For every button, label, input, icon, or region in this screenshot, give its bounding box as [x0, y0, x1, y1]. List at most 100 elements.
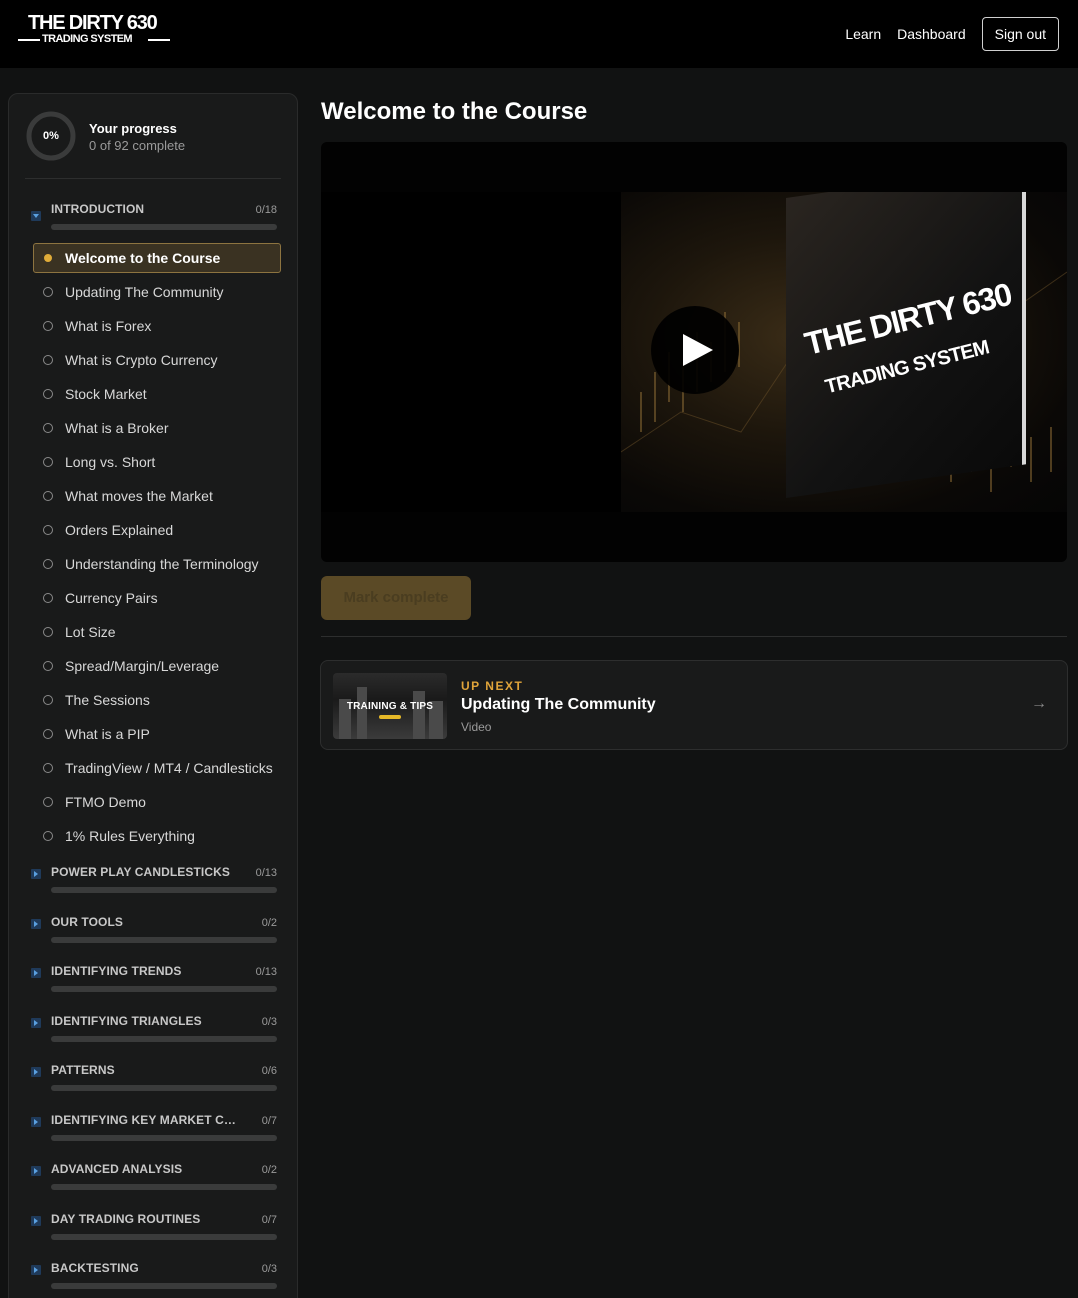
sidebar-divider	[25, 178, 281, 179]
brand-logo[interactable]: THE DIRTY 630 TRADING SYSTEM	[18, 12, 178, 48]
section-title[interactable]: POWER PLAY CANDLESTICKS	[51, 865, 241, 879]
section-title[interactable]: IDENTIFYING TRIANGLES	[51, 1014, 241, 1028]
thumbnail-text: TRAINING & TIPS	[346, 701, 434, 712]
section-title[interactable]: BACKTESTING	[51, 1261, 241, 1275]
lesson-label: What is a Broker	[65, 420, 169, 436]
top-header: THE DIRTY 630 TRADING SYSTEM Learn Dashb…	[0, 0, 1078, 68]
lesson-label: Updating The Community	[65, 284, 224, 300]
section-count: 0/13	[255, 966, 277, 978]
chevron-right-icon[interactable]	[31, 918, 41, 929]
lesson-item[interactable]: Orders Explained	[33, 515, 281, 545]
lesson-label: What is Forex	[65, 318, 152, 334]
lesson-item[interactable]: Currency Pairs	[33, 583, 281, 613]
lesson-item[interactable]: Spread/Margin/Leverage	[33, 651, 281, 681]
chevron-right-icon[interactable]	[31, 1067, 41, 1077]
active-lesson-dot-icon	[44, 254, 52, 262]
lesson-item[interactable]: Stock Market	[33, 379, 281, 409]
lesson-item[interactable]: What is a Broker	[33, 413, 281, 443]
chevron-right-icon[interactable]	[31, 869, 41, 879]
section-title[interactable]: INTRODUCTION	[51, 202, 241, 216]
lesson-item[interactable]: What moves the Market	[33, 481, 281, 511]
incomplete-circle-icon	[43, 389, 53, 399]
thumbnail-building	[357, 687, 367, 739]
mark-complete-button[interactable]: Mark complete	[321, 576, 471, 620]
lesson-label: TradingView / MT4 / Candlesticks	[65, 760, 273, 776]
lesson-item[interactable]: The Sessions	[33, 685, 281, 715]
section-count: 0/3	[261, 1015, 277, 1028]
lesson-label: Currency Pairs	[65, 590, 158, 606]
incomplete-circle-icon	[43, 797, 53, 807]
lesson-item[interactable]: 1% Rules Everything	[33, 821, 281, 851]
sign-out-button[interactable]: Sign out	[981, 17, 1059, 51]
chevron-right-icon[interactable]	[31, 1215, 41, 1226]
lesson-item[interactable]: What is a PIP	[33, 719, 281, 749]
section-progress-bar	[51, 1233, 277, 1240]
lesson-item[interactable]: Welcome to the Course	[33, 243, 281, 273]
section-progress-bar	[51, 224, 277, 230]
video-player[interactable]: THE DIRTY 630 TRADING SYSTEM	[321, 142, 1067, 562]
lesson-item[interactable]: Lot Size	[33, 617, 281, 647]
lesson-item[interactable]: What is Forex	[33, 311, 281, 341]
incomplete-circle-icon	[43, 661, 53, 671]
section-progress-bar	[51, 887, 277, 893]
lesson-label: Lot Size	[65, 624, 116, 640]
section-count: 0/2	[261, 916, 277, 929]
section-progress-bar	[51, 1134, 277, 1141]
lesson-label: Spread/Margin/Leverage	[65, 658, 220, 674]
up-next-type: Video	[461, 720, 492, 734]
up-next-card[interactable]: TRAINING & TIPS UP NEXT Updating The Com…	[320, 660, 1068, 750]
top-nav: Learn Dashboard Sign out	[845, 17, 1059, 51]
progress-title: Your progress	[89, 121, 177, 136]
section-count: 0/6	[261, 1065, 277, 1077]
chevron-right-icon[interactable]	[31, 1116, 41, 1127]
lesson-item[interactable]: What is Crypto Currency	[33, 345, 281, 375]
section-count: 0/13	[255, 867, 277, 879]
incomplete-circle-icon	[43, 321, 53, 331]
section-count: 0/2	[261, 1164, 277, 1176]
section-title[interactable]: ADVANCED ANALYSIS	[51, 1162, 241, 1176]
chevron-right-icon[interactable]	[31, 1265, 41, 1275]
nav-learn-link[interactable]: Learn	[845, 26, 881, 42]
lesson-item[interactable]: Understanding the Terminology	[33, 549, 281, 579]
lesson-item[interactable]: Updating The Community	[33, 277, 281, 307]
nav-dashboard-link[interactable]: Dashboard	[897, 26, 966, 42]
page-title: Welcome to the Course	[321, 98, 588, 125]
lesson-item[interactable]: TradingView / MT4 / Candlesticks	[33, 753, 281, 783]
section-title[interactable]: OUR TOOLS	[51, 915, 241, 929]
arrow-right-icon[interactable]: →	[1031, 695, 1047, 713]
lesson-label: Orders Explained	[65, 522, 174, 538]
incomplete-circle-icon	[43, 491, 53, 501]
play-button[interactable]	[651, 306, 739, 394]
lesson-label: Long vs. Short	[65, 454, 156, 470]
content-divider	[321, 636, 1067, 637]
logo-subtitle: TRADING SYSTEM	[42, 33, 133, 45]
lesson-label: Stock Market	[65, 386, 147, 402]
incomplete-circle-icon	[43, 729, 53, 739]
incomplete-circle-icon	[43, 559, 53, 569]
section-progress-bar	[51, 986, 277, 992]
section-progress-bar	[51, 1184, 277, 1190]
up-next-thumbnail: TRAINING & TIPS	[333, 673, 447, 739]
chevron-right-icon[interactable]	[31, 1166, 41, 1176]
section-progress-bar	[51, 1035, 277, 1042]
lesson-item[interactable]: Long vs. Short	[33, 447, 281, 477]
section-title[interactable]: DAY TRADING ROUTINES	[51, 1212, 241, 1226]
incomplete-circle-icon	[43, 593, 53, 603]
chevron-right-icon[interactable]	[31, 968, 41, 978]
lesson-label: The Sessions	[65, 692, 150, 708]
incomplete-circle-icon	[43, 423, 53, 433]
lesson-label: 1% Rules Everything	[65, 828, 195, 844]
progress-percent: 0%	[43, 130, 59, 142]
incomplete-circle-icon	[43, 627, 53, 637]
thumbnail-building	[413, 691, 425, 739]
section-title[interactable]: PATTERNS	[51, 1063, 241, 1077]
course-sidebar: 0% Your progress 0 of 92 complete INTROD…	[8, 93, 298, 1298]
section-title[interactable]: IDENTIFYING KEY MARKET COMP...	[51, 1113, 241, 1127]
lesson-label: What moves the Market	[65, 488, 213, 504]
chevron-down-icon[interactable]	[31, 211, 41, 221]
section-title[interactable]: IDENTIFYING TRENDS	[51, 964, 241, 978]
lesson-item[interactable]: FTMO Demo	[33, 787, 281, 817]
chevron-right-icon[interactable]	[31, 1017, 41, 1028]
section-progress-bar	[51, 936, 277, 943]
lesson-label: What is a PIP	[65, 726, 150, 742]
